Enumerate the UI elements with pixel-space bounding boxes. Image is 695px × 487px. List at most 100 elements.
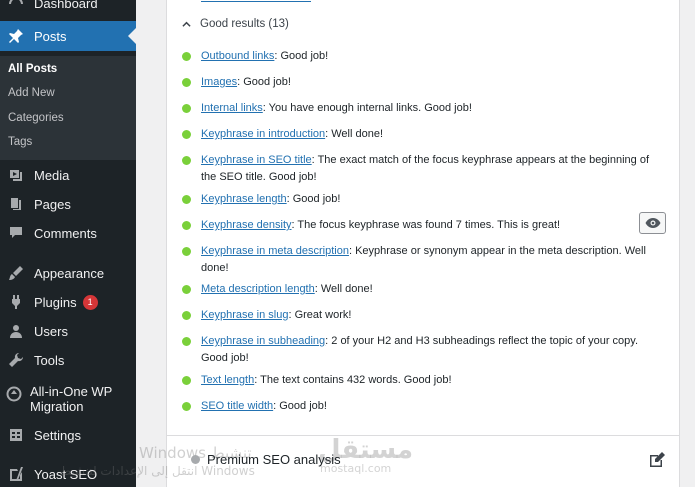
result-text: Keyphrase density: The focus keyphrase w… (201, 217, 652, 234)
result-item: Images: Good job! (182, 74, 652, 91)
dashboard-icon (6, 0, 26, 13)
result-text: Keyphrase in introduction: Well done! (201, 126, 652, 143)
good-status-dot (182, 104, 191, 113)
result-message: : Good job! (286, 193, 341, 205)
result-text: Keyphrase length: Good job! (201, 191, 652, 208)
sidebar-item-label: Plugins (34, 294, 77, 310)
good-status-dot (182, 285, 191, 294)
result-link[interactable]: Keyphrase in introduction (201, 128, 325, 140)
result-link[interactable]: Keyphrase density (201, 219, 292, 231)
sidebar-item-dashboard[interactable]: Dashboard (0, 0, 136, 18)
result-item: Outbound links: Good job! (182, 48, 652, 65)
result-link[interactable]: Outbound links (201, 50, 274, 62)
result-text: Text length: The text contains 432 words… (201, 372, 652, 389)
result-item: Keyphrase in introduction: Well done! (182, 126, 652, 143)
good-status-dot (182, 130, 191, 139)
result-item: Keyphrase in meta description: Keyphrase… (182, 243, 652, 277)
eye-icon (645, 218, 660, 228)
good-status-dot (182, 78, 191, 87)
good-status-dot (182, 52, 191, 61)
migration-icon (6, 384, 22, 404)
good-status-dot (182, 402, 191, 411)
sidebar-item-label: Dashboard (34, 0, 98, 11)
sidebar-item-pages[interactable]: Pages (0, 189, 136, 219)
sidebar-item-users[interactable]: Users (0, 316, 136, 346)
sidebar-item-label: Settings (34, 427, 81, 443)
sidebar-item-plugins[interactable]: Plugins 1 (0, 287, 136, 317)
media-icon (6, 165, 26, 185)
result-message: : Well done! (325, 128, 384, 140)
result-message: : Well done! (314, 283, 373, 295)
sidebar-item-label: Users (34, 323, 68, 339)
good-status-dot (182, 247, 191, 256)
submenu-categories[interactable]: Categories (8, 112, 64, 124)
result-message: : Good job! (274, 50, 329, 62)
sidebar-item-all-in-one-migration[interactable]: All-in-One WP Migration (0, 381, 136, 417)
status-dot (191, 455, 200, 464)
result-message: : Good job! (237, 76, 291, 88)
admin-sidebar: Dashboard Posts All Posts Add New Catego… (0, 0, 136, 487)
result-item: Keyphrase length: Good job! (182, 191, 652, 208)
result-link[interactable]: Meta description length (201, 283, 315, 295)
cut-off-link[interactable] (201, 0, 311, 2)
settings-icon (6, 425, 26, 445)
sidebar-item-label: All-in-One WP Migration (30, 384, 113, 414)
result-item: Internal links: You have enough internal… (182, 100, 652, 117)
result-text: Keyphrase in slug: Great work! (201, 307, 652, 324)
update-count-badge: 1 (82, 294, 98, 310)
sidebar-item-tools[interactable]: Tools (0, 345, 136, 375)
result-link[interactable]: Text length (201, 374, 254, 386)
sidebar-item-label: Comments (34, 225, 97, 241)
sidebar-item-label: Media (34, 167, 70, 183)
result-item: Keyphrase density: The focus keyphrase w… (182, 217, 652, 234)
result-message: : You have enough internal links. Good j… (262, 102, 472, 114)
users-icon (6, 321, 26, 341)
submenu-add-new[interactable]: Add New (8, 87, 55, 99)
result-text: Outbound links: Good job! (201, 48, 652, 65)
good-results-heading: Good results (13) (200, 18, 289, 30)
sidebar-item-label: Pages (34, 196, 71, 212)
submenu-all-posts[interactable]: All Posts (8, 63, 57, 75)
highlight-toggle-button[interactable] (639, 212, 666, 234)
sidebar-item-posts[interactable]: Posts (0, 21, 136, 51)
result-link[interactable]: SEO title width (201, 400, 273, 412)
pages-icon (6, 194, 26, 214)
result-item: SEO title width: Good job! (182, 398, 652, 415)
edit-icon[interactable] (648, 451, 666, 469)
result-message: : The text contains 432 words. Good job! (254, 374, 452, 386)
result-link[interactable]: Internal links (201, 102, 263, 114)
result-text: Meta description length: Well done! (201, 281, 652, 298)
result-text: Keyphrase in meta description: Keyphrase… (201, 243, 652, 277)
result-link[interactable]: Keyphrase in subheading (201, 335, 325, 347)
submenu-tags[interactable]: Tags (8, 136, 32, 148)
result-message: : The focus keyphrase was found 7 times.… (291, 219, 561, 231)
plugins-icon (6, 292, 26, 312)
chevron-up-icon (182, 20, 191, 28)
result-text: SEO title width: Good job! (201, 398, 652, 415)
good-results-toggle[interactable]: Good results (13) (182, 18, 289, 30)
result-link[interactable]: Images (201, 76, 237, 88)
result-message: : Good job! (273, 400, 327, 412)
result-item: Meta description length: Well done! (182, 281, 652, 298)
result-text: Images: Good job! (201, 74, 652, 91)
sidebar-item-appearance[interactable]: Appearance (0, 258, 136, 288)
result-link[interactable]: Keyphrase in slug (201, 309, 288, 321)
good-status-dot (182, 337, 191, 346)
result-item: Text length: The text contains 432 words… (182, 372, 652, 389)
sidebar-item-settings[interactable]: Settings (0, 420, 136, 450)
section-divider (166, 435, 680, 436)
sidebar-item-label: Posts (34, 28, 67, 44)
result-message: : Great work! (288, 309, 352, 321)
good-status-dot (182, 195, 191, 204)
sidebar-item-comments[interactable]: Comments (0, 218, 136, 248)
tools-icon (6, 350, 26, 370)
result-text: Keyphrase in subheading: 2 of your H2 an… (201, 333, 652, 367)
result-link[interactable]: Keyphrase length (201, 193, 287, 205)
sidebar-item-media[interactable]: Media (0, 160, 136, 190)
result-item: Keyphrase in subheading: 2 of your H2 an… (182, 333, 652, 367)
result-link[interactable]: Keyphrase in SEO title (201, 154, 312, 166)
appearance-icon (6, 263, 26, 283)
premium-seo-analysis-toggle[interactable]: Premium SEO analysis (191, 452, 341, 467)
result-link[interactable]: Keyphrase in meta description (201, 245, 349, 257)
yoast-icon (6, 464, 26, 484)
